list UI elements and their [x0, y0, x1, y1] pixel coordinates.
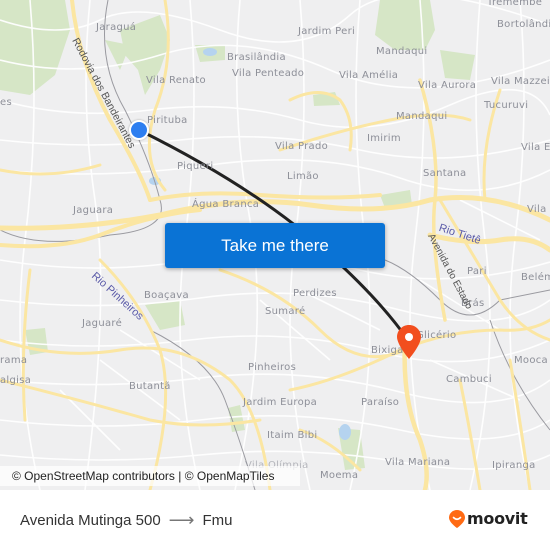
place-label: Itaim Bibi: [267, 430, 318, 441]
place-label: Butantã: [129, 381, 171, 392]
place-label: Vila E: [521, 142, 550, 153]
moovit-pin-icon: [449, 509, 465, 528]
map-attribution[interactable]: © OpenStreetMap contributors | © OpenMap…: [0, 466, 300, 486]
place-label: Paraíso: [361, 397, 400, 408]
place-label: Vila Renato: [146, 75, 206, 86]
place-label: Cambuci: [446, 374, 492, 385]
map[interactable]: Jaraguá Brasilândia Jardim Peri Mandaqui…: [0, 0, 550, 490]
place-label: Vila Mazzei: [491, 76, 550, 87]
place-label: Brasilândia: [227, 52, 286, 63]
footer-bar: Avenida Mutinga 500 ⟶ Fmu moovit: [0, 490, 550, 550]
route-summary: Avenida Mutinga 500 ⟶ Fmu: [20, 510, 232, 531]
place-label: Mooca: [514, 355, 548, 366]
place-label: es: [0, 97, 12, 108]
take-me-there-button[interactable]: Take me there: [165, 223, 385, 268]
place-label: Boaçava: [144, 290, 189, 301]
place-label: Pinheiros: [248, 362, 297, 373]
place-label: Ipiranga: [492, 460, 536, 471]
arrow-right-icon: ⟶: [168, 510, 195, 530]
moovit-wordmark: moovit: [467, 509, 528, 528]
place-label: Jaguara: [73, 205, 114, 216]
place-label: Moema: [320, 470, 359, 481]
destination-name: Fmu: [202, 512, 233, 529]
place-label: Pirituba: [147, 115, 188, 126]
place-label: Glicério: [416, 330, 457, 341]
place-label: Jaguaré: [82, 318, 123, 329]
place-label: Vila Mariana: [385, 457, 451, 468]
place-label: rama: [0, 355, 28, 366]
destination-marker[interactable]: [397, 325, 421, 366]
place-label: Vila: [527, 204, 547, 215]
place-label: Jardim Peri: [298, 26, 356, 37]
place-label: Sumaré: [265, 306, 306, 317]
place-label: Belém: [521, 272, 550, 283]
place-label: Tucuruvi: [484, 100, 529, 111]
place-label: Vila Prado: [275, 141, 329, 152]
origin-marker[interactable]: [129, 120, 149, 140]
map-pin-icon: [397, 325, 421, 359]
place-label: Mandaqui: [396, 111, 448, 122]
place-label: Limão: [287, 171, 319, 182]
place-label: Vila Amélia: [339, 70, 399, 81]
moovit-logo[interactable]: moovit: [449, 509, 528, 528]
place-label: Imirim: [367, 133, 401, 144]
origin-name: Avenida Mutinga 500: [20, 512, 161, 529]
place-label: Tremembé: [487, 0, 543, 8]
place-label: Vila Penteado: [232, 68, 305, 79]
place-label: Vila Aurora: [418, 80, 477, 91]
place-label: Pari: [467, 266, 487, 277]
attribution-text[interactable]: © OpenStreetMap contributors | © OpenMap…: [12, 469, 274, 483]
place-label: Jardim Europa: [243, 397, 318, 408]
place-label: Jaraguá: [96, 22, 137, 33]
place-label: Piqueri: [177, 161, 214, 172]
place-label: Perdizes: [293, 288, 337, 299]
place-label: Santana: [423, 168, 467, 179]
place-label: algisa: [0, 375, 32, 386]
place-label: Água Branca: [192, 199, 260, 210]
place-label: Mandaqui: [376, 46, 428, 57]
place-label: Bortolândia: [497, 19, 550, 30]
